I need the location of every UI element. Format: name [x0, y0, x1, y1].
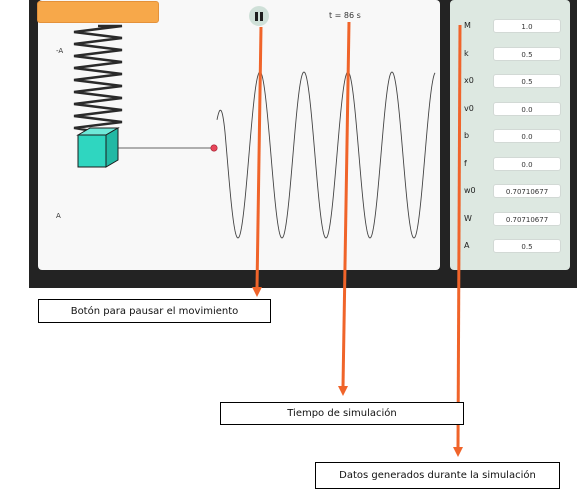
data-arrow-head	[453, 447, 463, 457]
data-callout: Datos generados durante la simulación	[315, 462, 560, 489]
pause-arrow	[255, 26, 263, 289]
data-arrow	[456, 24, 462, 449]
pause-arrow-head	[252, 287, 262, 297]
time-arrow-head	[338, 386, 348, 396]
time-callout: Tiempo de simulación	[220, 402, 464, 425]
time-arrow	[341, 21, 351, 388]
pause-callout: Botón para pausar el movimiento	[38, 299, 271, 323]
